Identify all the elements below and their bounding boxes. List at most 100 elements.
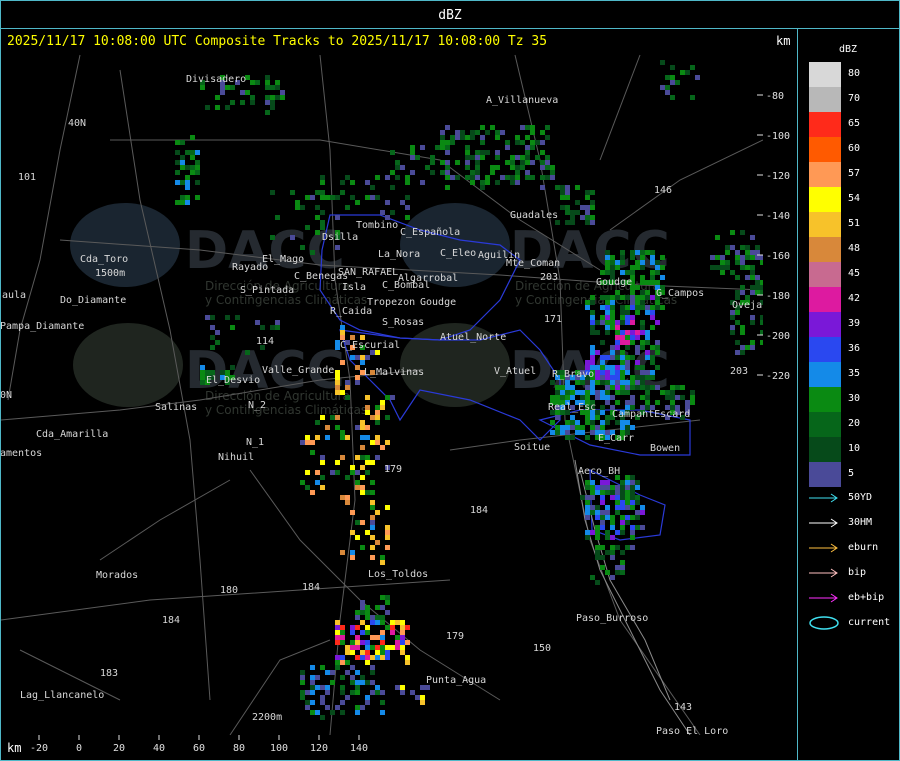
place-label: El_Desvio [206, 375, 260, 386]
echo-cell [550, 170, 555, 175]
echo-cell [620, 360, 625, 365]
echo-cell [605, 550, 610, 555]
echo-cell [455, 175, 460, 180]
legend-swatch-label: 60 [848, 143, 861, 154]
echo-cell [270, 100, 275, 105]
echo-cell [325, 425, 330, 430]
echo-cell [660, 305, 665, 310]
legend-swatch-label: 45 [848, 268, 861, 279]
echo-cell [640, 300, 645, 305]
echo-cell [405, 175, 410, 180]
legend-swatch [809, 362, 841, 387]
echo-cell [630, 255, 635, 260]
echo-cell [395, 175, 400, 180]
echo-cell [595, 380, 600, 385]
echo-cell [600, 510, 605, 515]
echo-cell [385, 655, 390, 660]
echo-cell [620, 425, 625, 430]
legend-track-label: bip [848, 567, 867, 578]
track-arrow-icon [809, 593, 838, 603]
echo-cell [580, 430, 585, 435]
echo-cell [720, 270, 725, 275]
echo-cell [645, 375, 650, 380]
echo-cell [725, 260, 730, 265]
echo-cell [620, 255, 625, 260]
echo-cell [590, 325, 595, 330]
echo-cell [550, 165, 555, 170]
echo-cell [365, 630, 370, 635]
echo-cell [365, 395, 370, 400]
echo-cell [385, 415, 390, 420]
echo-cell [355, 680, 360, 685]
echo-cell [605, 270, 610, 275]
echo-cell [620, 350, 625, 355]
echo-cell [660, 390, 665, 395]
echo-cell [430, 160, 435, 165]
echo-cell [620, 570, 625, 575]
echo-cell [335, 630, 340, 635]
echo-cell [650, 345, 655, 350]
echo-cell [610, 320, 615, 325]
echo-cell [390, 210, 395, 215]
echo-cell [445, 145, 450, 150]
echo-cell [385, 650, 390, 655]
echo-cell [315, 215, 320, 220]
echo-cell [600, 315, 605, 320]
echo-cell [765, 320, 770, 325]
echo-cell [615, 295, 620, 300]
echo-cell [270, 85, 275, 90]
echo-cell [375, 690, 380, 695]
echo-cell [555, 390, 560, 395]
echo-cell [620, 340, 625, 345]
legend-swatch [809, 262, 841, 287]
echo-cell [590, 300, 595, 305]
echo-cell [355, 365, 360, 370]
echo-cell [370, 440, 375, 445]
echo-cell [310, 450, 315, 455]
echo-cell [605, 260, 610, 265]
legend-swatch [809, 312, 841, 337]
echo-cell [590, 200, 595, 205]
echo-cell [550, 395, 555, 400]
echo-cell [355, 705, 360, 710]
echo-cell [690, 390, 695, 395]
echo-cell [185, 165, 190, 170]
echo-cell [585, 500, 590, 505]
echo-cell [345, 650, 350, 655]
echo-cell [345, 475, 350, 480]
echo-cell [405, 205, 410, 210]
echo-cell [670, 400, 675, 405]
echo-cell [630, 490, 635, 495]
echo-cell [740, 330, 745, 335]
echo-cell [340, 325, 345, 330]
echo-cell [385, 545, 390, 550]
echo-cell [340, 660, 345, 665]
radar-map[interactable]: DACC DACC DACC DACC Dirección de Agricul… [0, 0, 900, 761]
echo-cell [245, 350, 250, 355]
echo-cell [190, 165, 195, 170]
echo-cell [365, 460, 370, 465]
echo-cell [595, 530, 600, 535]
echo-cell [495, 130, 500, 135]
echo-cell [640, 325, 645, 330]
echo-cell [645, 350, 650, 355]
echo-cell [640, 380, 645, 385]
x-tick-label: 140 [350, 743, 368, 754]
echo-cell [265, 75, 270, 80]
echo-cell [725, 265, 730, 270]
echo-cell [270, 235, 275, 240]
echo-cell [335, 470, 340, 475]
x-axis: -20 0 20 40 60 80 100 120 140 [30, 735, 368, 754]
echo-cell [185, 200, 190, 205]
echo-cell [640, 255, 645, 260]
echo-cell [305, 485, 310, 490]
echo-cell [440, 140, 445, 145]
echo-cell [245, 90, 250, 95]
echo-cell [625, 480, 630, 485]
echo-cell [370, 515, 375, 520]
echo-cell [465, 175, 470, 180]
echo-cell [470, 155, 475, 160]
echo-cell [175, 160, 180, 165]
echo-cell [525, 135, 530, 140]
echo-cell [615, 355, 620, 360]
